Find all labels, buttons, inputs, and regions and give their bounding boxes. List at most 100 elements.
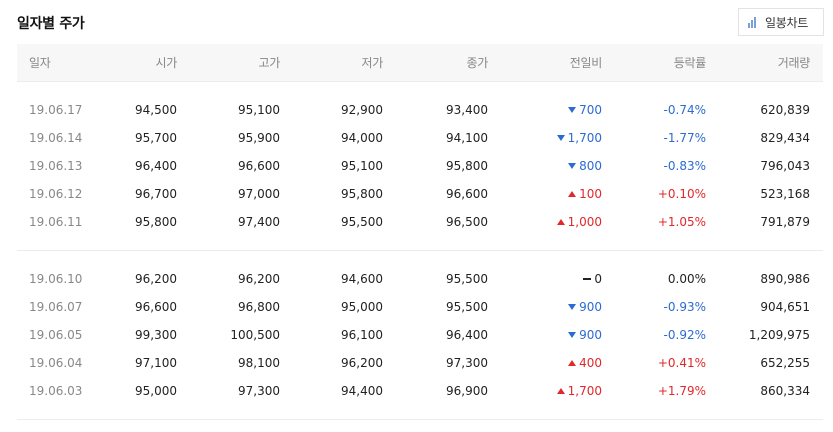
cell-volume: 1,209,975: [748, 328, 810, 342]
cell-rate: +0.41%: [657, 356, 706, 370]
page-header: 일자별 주가 일봉차트: [0, 0, 833, 44]
cell-change: 700: [507, 96, 602, 124]
change-value: 700: [579, 103, 602, 117]
cell-open: 96,700: [135, 187, 177, 201]
cell-close: 93,400: [446, 103, 488, 117]
cell-date: 19.06.04: [29, 356, 83, 370]
table-row: 19.06.03 95,000 97,300 94,400 96,900 1,700 +1.…: [17, 377, 823, 405]
cell-close: 95,500: [446, 300, 488, 314]
cell-open: 96,400: [135, 159, 177, 173]
cell-rate: 0.00%: [667, 272, 706, 286]
cell-volume: 523,168: [760, 187, 810, 201]
cell-close: 96,500: [446, 215, 488, 229]
cell-open: 95,800: [135, 215, 177, 229]
cell-change: 100: [507, 180, 602, 208]
cell-rate: -1.77%: [663, 131, 706, 145]
col-open: 시가: [155, 56, 178, 70]
table-header: 일자 시가 고가 저가 종가 전일비 등락률 거래량: [17, 44, 823, 82]
cell-rate: -0.74%: [663, 103, 706, 117]
cell-low: 95,800: [341, 187, 383, 201]
cell-date: 19.06.11: [29, 215, 83, 229]
triangle-down-icon: [568, 332, 577, 338]
cell-date: 19.06.13: [29, 159, 83, 173]
cell-close: 96,900: [446, 384, 488, 398]
cell-low: 94,000: [341, 131, 383, 145]
cell-close: 95,500: [446, 272, 488, 286]
col-close: 종가: [466, 56, 489, 70]
cell-high: 98,100: [238, 356, 280, 370]
cell-open: 95,000: [135, 384, 177, 398]
cell-change: 0: [507, 265, 602, 293]
cell-rate: -0.83%: [663, 159, 706, 173]
cell-change: 800: [507, 152, 602, 180]
triangle-up-icon: [568, 360, 577, 366]
change-value: 900: [579, 300, 602, 314]
cell-high: 100,500: [230, 328, 280, 342]
change-value: 400: [579, 356, 602, 370]
triangle-down-icon: [568, 304, 577, 310]
change-value: 1,700: [567, 384, 602, 398]
table-row: 19.06.17 94,500 95,100 92,900 93,400 700 -0.74…: [17, 96, 823, 124]
cell-date: 19.06.10: [29, 272, 83, 286]
cell-low: 96,100: [341, 328, 383, 342]
table-row: 19.06.14 95,700 95,900 94,000 94,100 1,700 -1.…: [17, 124, 823, 152]
change-value: 0: [594, 272, 602, 286]
cell-open: 96,200: [135, 272, 177, 286]
table-row: 19.06.07 96,600 96,800 95,000 95,500 900 -0.93…: [17, 293, 823, 321]
cell-change: 1,000: [507, 208, 602, 236]
cell-date: 19.06.07: [29, 300, 83, 314]
cell-high: 96,600: [238, 159, 280, 173]
cell-high: 97,000: [238, 187, 280, 201]
cell-rate: +0.10%: [657, 187, 706, 201]
cell-change: 900: [507, 321, 602, 349]
cell-volume: 791,879: [760, 215, 810, 229]
cell-date: 19.06.03: [29, 384, 83, 398]
daily-chart-button[interactable]: 일봉차트: [738, 8, 824, 36]
col-high: 고가: [258, 56, 281, 70]
cell-rate: +1.05%: [657, 215, 706, 229]
cell-high: 97,400: [238, 215, 280, 229]
page-title: 일자별 주가: [17, 16, 85, 32]
cell-change: 1,700: [507, 377, 602, 405]
daily-chart-label: 일봉차트: [765, 15, 808, 30]
cell-low: 94,600: [341, 272, 383, 286]
cell-close: 95,800: [446, 159, 488, 173]
table-group: 19.06.17 94,500 95,100 92,900 93,400 700 -0.74…: [17, 96, 823, 236]
change-value: 900: [579, 328, 602, 342]
cell-open: 94,500: [135, 103, 177, 117]
cell-volume: 796,043: [760, 159, 810, 173]
cell-rate: +1.79%: [657, 384, 706, 398]
cell-change: 400: [507, 349, 602, 377]
cell-rate: -0.93%: [663, 300, 706, 314]
cell-close: 94,100: [446, 131, 488, 145]
cell-date: 19.06.05: [29, 328, 83, 342]
cell-low: 94,400: [341, 384, 383, 398]
cell-high: 95,900: [238, 131, 280, 145]
cell-date: 19.06.17: [29, 103, 83, 117]
bar-chart-icon: [748, 16, 760, 28]
cell-volume: 860,334: [760, 384, 810, 398]
triangle-down-icon: [568, 107, 577, 113]
cell-volume: 620,839: [760, 103, 810, 117]
table-row: 19.06.04 97,100 98,100 96,200 97,300 400 +0.41…: [17, 349, 823, 377]
col-change: 전일비: [569, 56, 603, 70]
cell-high: 96,200: [238, 272, 280, 286]
cell-rate: -0.92%: [663, 328, 706, 342]
col-date: 일자: [29, 56, 51, 70]
cell-close: 96,400: [446, 328, 488, 342]
cell-close: 96,600: [446, 187, 488, 201]
triangle-up-icon: [568, 191, 577, 197]
col-low: 저가: [361, 56, 384, 70]
cell-date: 19.06.12: [29, 187, 83, 201]
cell-volume: 652,255: [760, 356, 810, 370]
change-value: 100: [579, 187, 602, 201]
table-row: 19.06.13 96,400 96,600 95,100 95,800 800 -0.83…: [17, 152, 823, 180]
triangle-up-icon: [556, 388, 565, 394]
triangle-up-icon: [556, 219, 565, 225]
table-row: 19.06.12 96,700 97,000 95,800 96,600 100 +0.10…: [17, 180, 823, 208]
table-row: 19.06.05 99,300 100,500 96,100 96,400 900 -0.9…: [17, 321, 823, 349]
cell-open: 97,100: [135, 356, 177, 370]
triangle-down-icon: [556, 135, 565, 141]
cell-high: 95,100: [238, 103, 280, 117]
cell-low: 96,200: [341, 356, 383, 370]
